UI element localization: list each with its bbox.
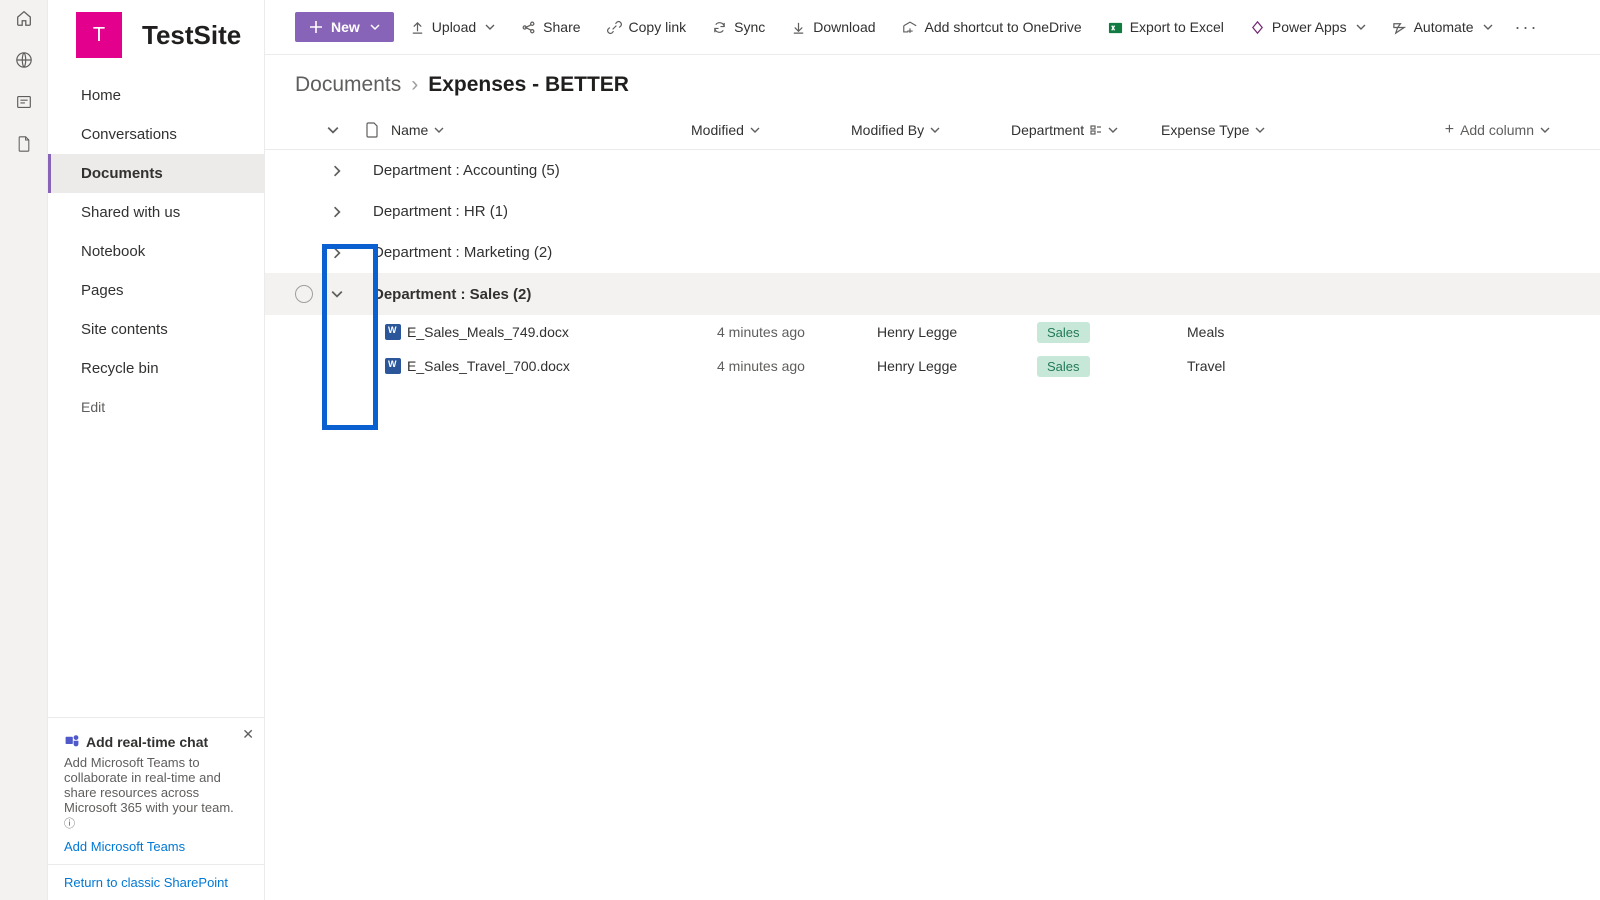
col-name[interactable]: Name — [391, 122, 691, 138]
chat-card-title: Add real-time chat — [86, 734, 208, 750]
files-icon[interactable] — [14, 134, 34, 154]
share-button[interactable]: Share — [511, 13, 590, 41]
nav-pages[interactable]: Pages — [48, 271, 264, 310]
nav-conversations[interactable]: Conversations — [48, 115, 264, 154]
chevron-right-icon: › — [411, 73, 418, 97]
chevron-right-icon[interactable] — [321, 165, 353, 177]
expense-type: Meals — [1187, 324, 1337, 340]
nav-home[interactable]: Home — [48, 76, 264, 115]
col-modified[interactable]: Modified — [691, 122, 851, 138]
file-name[interactable]: E_Sales_Travel_700.docx — [407, 358, 717, 374]
teams-icon — [64, 732, 80, 751]
file-modified: 4 minutes ago — [717, 324, 877, 340]
chat-card: ✕ Add real-time chat Add Microsoft Teams… — [48, 717, 264, 864]
file-row[interactable]: E_Sales_Travel_700.docx 4 minutes ago He… — [265, 349, 1600, 383]
nav-shared[interactable]: Shared with us — [48, 193, 264, 232]
breadcrumb: Documents › Expenses - BETTER — [265, 55, 1600, 103]
sync-button[interactable]: Sync — [702, 13, 775, 41]
site-title: TestSite — [142, 20, 241, 51]
group-label: Department : Marketing (2) — [373, 244, 552, 261]
chat-card-link[interactable]: Add Microsoft Teams — [64, 839, 248, 854]
close-icon[interactable]: ✕ — [242, 726, 254, 743]
nav-edit[interactable]: Edit — [48, 388, 264, 426]
group-label: Department : Sales (2) — [373, 286, 531, 303]
file-modified-by: Henry Legge — [877, 324, 1037, 340]
left-nav: T TestSite Home Conversations Documents … — [48, 0, 265, 900]
file-row[interactable]: E_Sales_Meals_749.docx 4 minutes ago Hen… — [265, 315, 1600, 349]
nav-notebook[interactable]: Notebook — [48, 232, 264, 271]
chevron-right-icon[interactable] — [321, 206, 353, 218]
dept-tag: Sales — [1037, 322, 1090, 343]
expense-type: Travel — [1187, 358, 1337, 374]
app-rail — [0, 0, 48, 900]
file-type-header[interactable] — [353, 122, 391, 138]
group-label: Department : Accounting (5) — [373, 162, 560, 179]
automate-button[interactable]: Automate — [1382, 13, 1503, 41]
group-sales[interactable]: Department : Sales (2) — [265, 273, 1600, 315]
nav-site-contents[interactable]: Site contents — [48, 310, 264, 349]
add-column[interactable]: +Add column — [1311, 121, 1570, 139]
file-modified-by: Henry Legge — [877, 358, 1037, 374]
breadcrumb-leaf: Expenses - BETTER — [428, 73, 629, 97]
select-circle[interactable] — [295, 285, 313, 303]
col-department[interactable]: Department — [1011, 122, 1161, 138]
command-bar: New Upload Share Copy link Sync — [265, 0, 1600, 55]
chevron-right-icon[interactable] — [321, 247, 353, 259]
export-button[interactable]: Export to Excel — [1098, 13, 1234, 41]
dept-tag: Sales — [1037, 356, 1090, 377]
group-marketing[interactable]: Department : Marketing (2) — [265, 232, 1600, 273]
site-tile[interactable]: T — [76, 12, 122, 58]
col-modified-by[interactable]: Modified By — [851, 122, 1011, 138]
chat-card-body: Add Microsoft Teams to collaborate in re… — [64, 755, 248, 815]
file-modified: 4 minutes ago — [717, 358, 877, 374]
column-headers: Name Modified Modified By Department Exp… — [265, 103, 1600, 150]
breadcrumb-root[interactable]: Documents — [295, 73, 401, 97]
globe-icon[interactable] — [14, 50, 34, 70]
info-icon[interactable]: ⓘ — [64, 818, 75, 830]
group-accounting[interactable]: Department : Accounting (5) — [265, 150, 1600, 191]
nav-documents[interactable]: Documents — [48, 154, 264, 193]
upload-button[interactable]: Upload — [400, 13, 505, 41]
home-icon[interactable] — [14, 8, 34, 28]
chevron-down-icon[interactable] — [321, 288, 353, 300]
group-label: Department : HR (1) — [373, 203, 508, 220]
word-doc-icon — [385, 324, 407, 340]
shortcut-button[interactable]: Add shortcut to OneDrive — [892, 13, 1092, 41]
more-icon[interactable]: ··· — [1509, 17, 1545, 38]
main: New Upload Share Copy link Sync — [265, 0, 1600, 900]
classic-link[interactable]: Return to classic SharePoint — [48, 864, 264, 900]
file-name[interactable]: E_Sales_Meals_749.docx — [407, 324, 717, 340]
col-expense-type[interactable]: Expense Type — [1161, 122, 1311, 138]
powerapps-button[interactable]: Power Apps — [1240, 13, 1376, 41]
download-button[interactable]: Download — [781, 13, 885, 41]
group-toggle-header[interactable] — [295, 124, 353, 136]
nav-recycle-bin[interactable]: Recycle bin — [48, 349, 264, 388]
group-hr[interactable]: Department : HR (1) — [265, 191, 1600, 232]
news-icon[interactable] — [14, 92, 34, 112]
copy-link-button[interactable]: Copy link — [597, 13, 697, 41]
word-doc-icon — [385, 358, 407, 374]
new-button[interactable]: New — [295, 12, 394, 42]
